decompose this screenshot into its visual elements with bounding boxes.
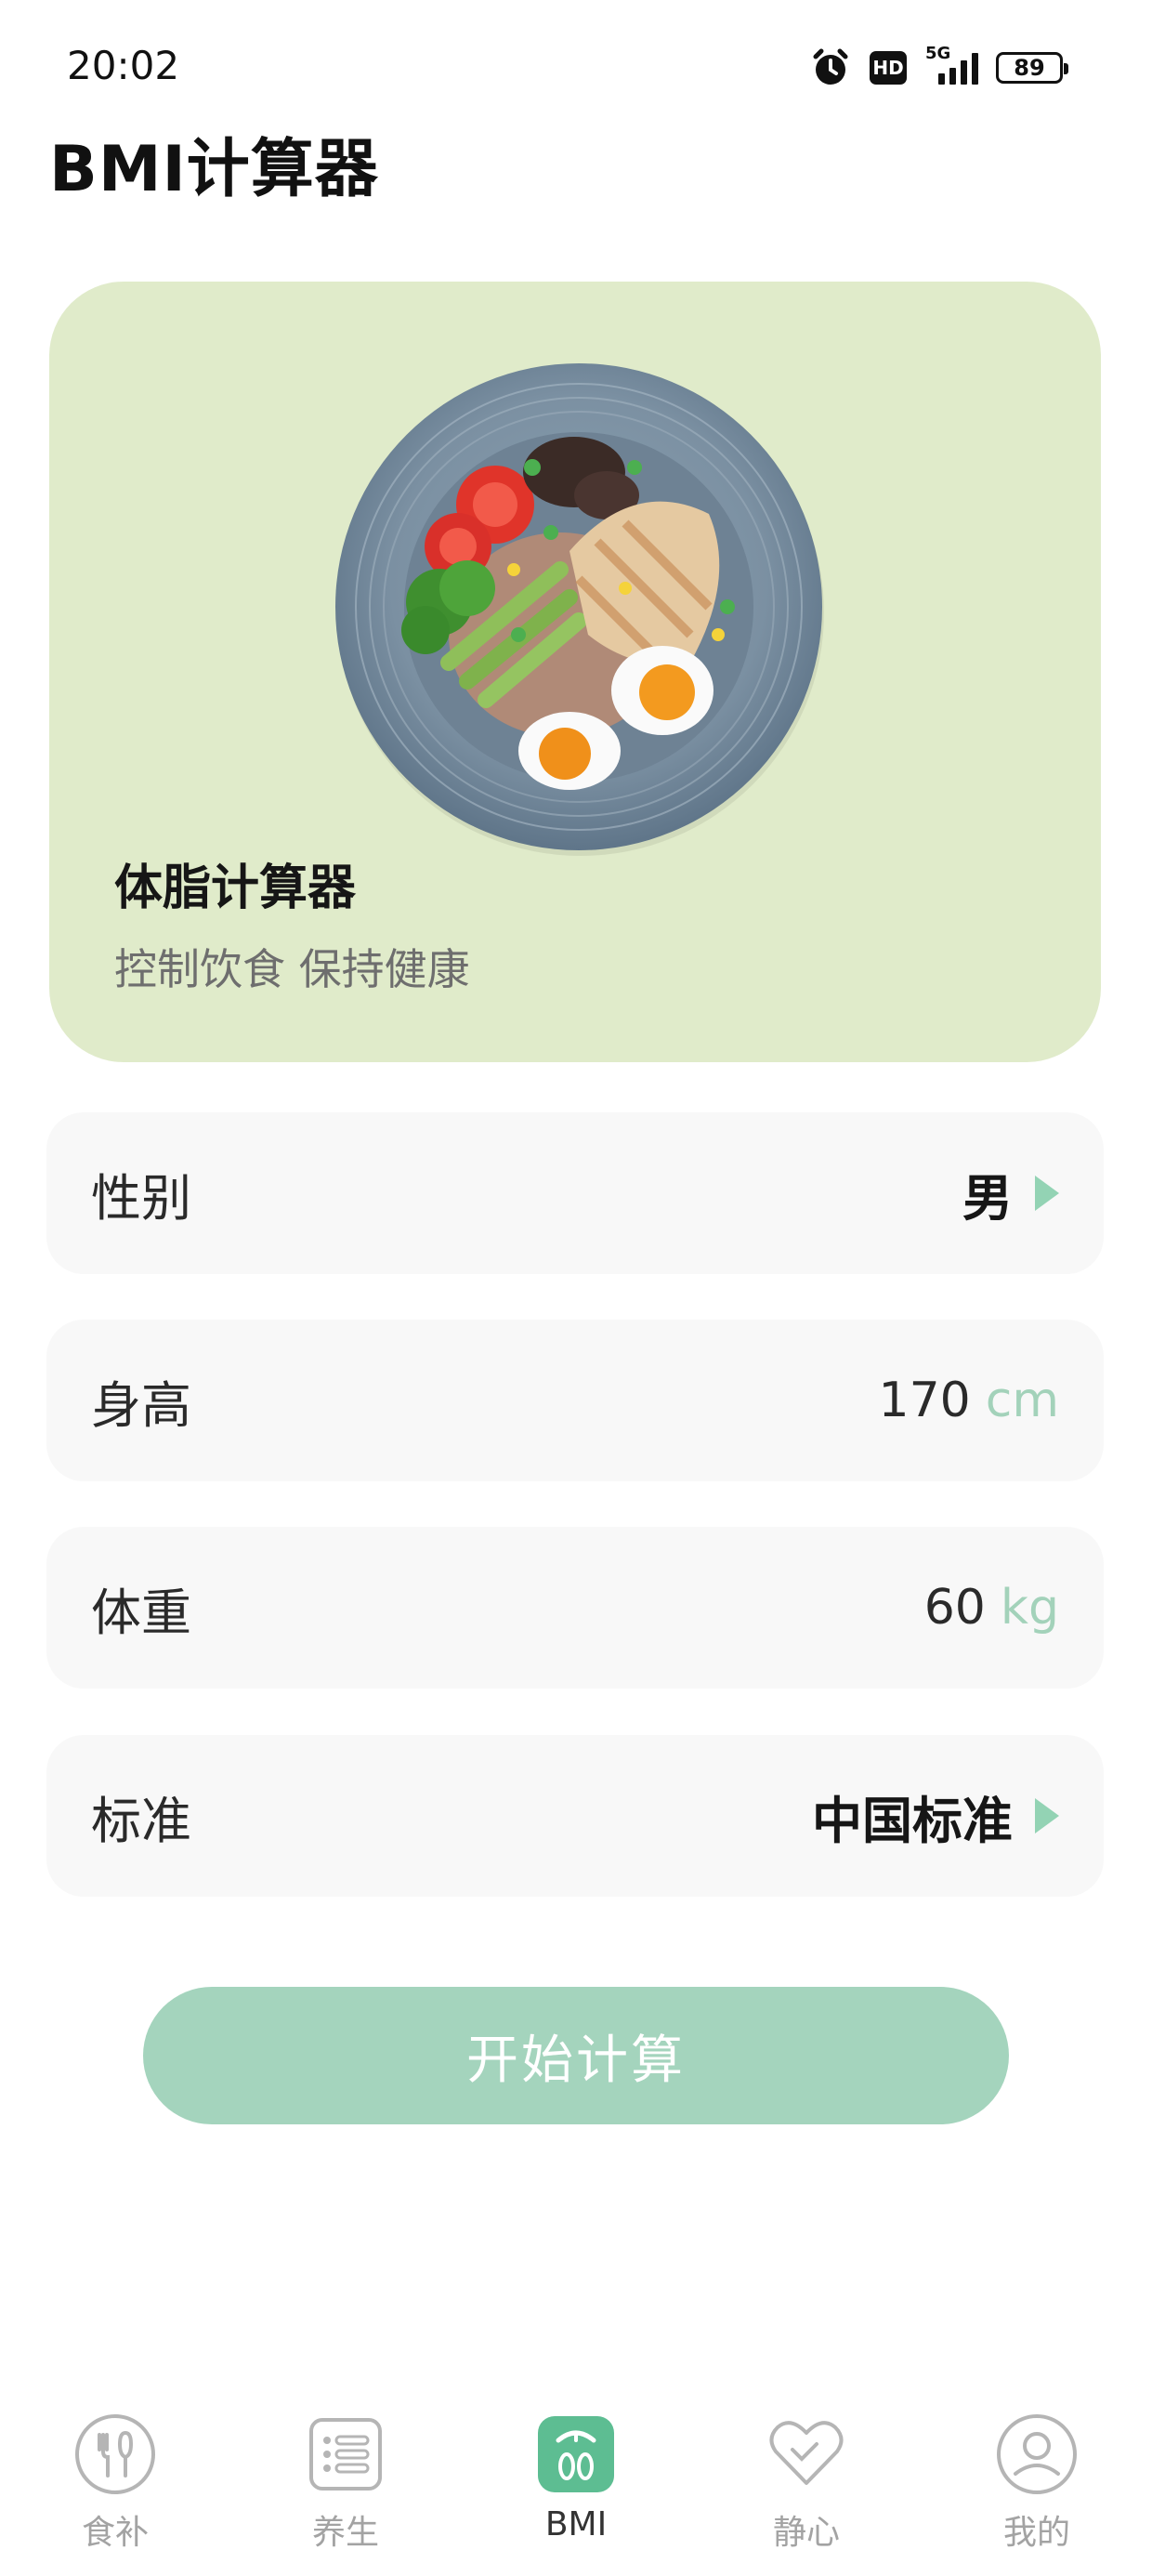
start-calculate-button[interactable]: 开始计算 (143, 1987, 1009, 2124)
weight-unit: kg (1000, 1580, 1059, 1636)
hero-title: 体脂计算器 (114, 861, 357, 916)
standard-label: 标准 (91, 1791, 191, 1850)
tab-label: BMI (544, 2505, 608, 2543)
weight-value: 60 (923, 1580, 986, 1636)
gender-row[interactable]: 性别 男 (46, 1112, 1104, 1274)
signal-icon: 5G (925, 44, 978, 88)
standard-row[interactable]: 标准 中国标准 (46, 1735, 1104, 1897)
tab-label: 静心 (772, 2514, 840, 2552)
bmi-calculator-screen: 20:02 HD 5G 89 BMI计算器 体脂计算器 控制饮食 保持健康 性别… (0, 0, 1152, 2576)
scale-icon (532, 2411, 620, 2498)
tab-bmi[interactable]: BMI (461, 2398, 691, 2576)
hero-card: 体脂计算器 控制饮食 保持健康 (49, 282, 1101, 1062)
tab-profile[interactable]: 我的 (922, 2398, 1152, 2576)
salad-bowl-image (328, 356, 830, 858)
status-time: 20:02 (67, 43, 180, 88)
tab-calm[interactable]: 静心 (691, 2398, 922, 2576)
heart-icon (763, 2411, 850, 2498)
height-value: 170 (878, 1373, 971, 1428)
bottom-tab-bar: 食补 养生 BMI 静心 我的 (0, 2398, 1152, 2576)
battery-icon: 89 (996, 52, 1068, 84)
weight-label: 体重 (91, 1583, 191, 1642)
page-title: BMI计算器 (49, 133, 379, 206)
battery-level: 89 (1014, 55, 1045, 81)
list-icon (302, 2411, 389, 2498)
standard-value: 中国标准 (812, 1791, 1013, 1850)
fork-spoon-icon (72, 2411, 159, 2498)
hero-subtitle: 控制饮食 保持健康 (114, 944, 470, 994)
weight-input[interactable]: 60 kg (924, 1580, 1059, 1636)
chevron-right-icon (1035, 1798, 1059, 1833)
chevron-right-icon (1035, 1176, 1059, 1211)
tab-wellness[interactable]: 养生 (230, 2398, 461, 2576)
tab-label: 食补 (81, 2514, 149, 2552)
profile-icon (993, 2411, 1080, 2498)
standard-selector[interactable]: 中国标准 (812, 1780, 1059, 1853)
height-input[interactable]: 170 cm (878, 1373, 1059, 1428)
tab-label: 我的 (1002, 2514, 1070, 2552)
alarm-icon (810, 47, 851, 88)
gender-label: 性别 (91, 1168, 191, 1228)
gender-selector[interactable]: 男 (962, 1157, 1059, 1230)
weight-row[interactable]: 体重 60 kg (46, 1527, 1104, 1689)
tab-label: 养生 (311, 2514, 379, 2552)
status-icons: HD 5G 89 (810, 44, 1068, 89)
hd-icon: HD (870, 51, 907, 85)
tab-food[interactable]: 食补 (0, 2398, 230, 2576)
height-label: 身高 (91, 1375, 191, 1435)
gender-value: 男 (962, 1168, 1013, 1228)
height-unit: cm (985, 1373, 1059, 1428)
height-row[interactable]: 身高 170 cm (46, 1320, 1104, 1481)
